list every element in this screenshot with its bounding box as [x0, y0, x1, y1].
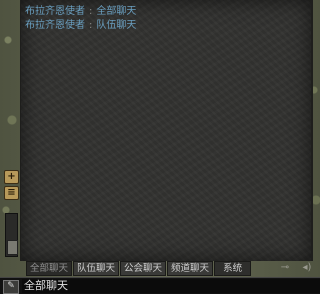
key-icon[interactable]: ⊸: [278, 262, 292, 273]
chat-tools: ⊸ ◂): [278, 262, 314, 273]
tab-channel-chat[interactable]: 频道聊天: [167, 260, 214, 276]
menu-icon[interactable]: ≡: [4, 186, 19, 200]
message-separator: :: [89, 6, 93, 17]
chat-mode-icon[interactable]: ✎: [3, 280, 19, 294]
add-icon[interactable]: +: [4, 170, 19, 184]
message-list: 布拉齐恩使者: 全部聊天 布拉齐恩使者: 队伍聊天: [25, 5, 136, 33]
chat-sidebar: + ≡: [2, 168, 20, 263]
chat-tab-bar: 全部聊天 队伍聊天 公会聊天 频道聊天 系统: [26, 260, 316, 276]
message-sender[interactable]: 布拉齐恩使者: [25, 20, 85, 31]
volume-icon[interactable]: ◂): [300, 262, 314, 273]
chat-panel: 布拉齐恩使者: 全部聊天 布拉齐恩使者: 队伍聊天: [20, 0, 313, 261]
chat-scrollbar[interactable]: [5, 213, 18, 257]
tab-guild-chat[interactable]: 公会聊天: [120, 260, 167, 276]
tab-party-chat[interactable]: 队伍聊天: [73, 260, 120, 276]
message-sender[interactable]: 布拉齐恩使者: [25, 6, 85, 17]
message-channel: 全部聊天: [96, 6, 137, 17]
chat-input[interactable]: [22, 279, 320, 293]
chat-input-row: ✎: [0, 277, 320, 294]
tab-all-chat[interactable]: 全部聊天: [26, 260, 73, 276]
scrollbar-thumb[interactable]: [7, 240, 18, 255]
message-separator: :: [89, 20, 93, 31]
tab-system[interactable]: 系统: [214, 260, 252, 276]
chat-message: 布拉齐恩使者: 全部聊天: [25, 5, 136, 19]
message-channel: 队伍聊天: [96, 20, 137, 31]
chat-message: 布拉齐恩使者: 队伍聊天: [25, 19, 136, 33]
